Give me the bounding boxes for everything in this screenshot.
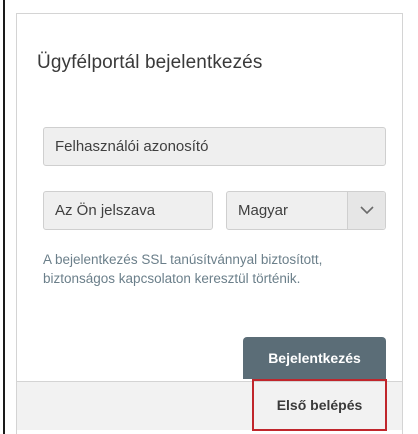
language-selected-value: Magyar [238,202,289,219]
window-edge [3,0,5,434]
first-login-button[interactable]: Első belépés [252,379,387,431]
chevron-down-icon [359,206,374,215]
password-placeholder: Az Ön jelszava [55,202,156,219]
login-button[interactable]: Bejelentkezés [243,337,386,379]
ssl-info-text: A bejelentkezés SSL tanúsítvánnyal bizto… [43,252,323,286]
username-field[interactable]: Felhasználói azonosító [43,127,386,166]
language-dropdown-toggle[interactable] [347,192,385,229]
page: Ügyfélportál bejelentkezés Felhasználói … [0,0,418,434]
language-select[interactable]: Magyar [226,191,386,230]
username-placeholder: Felhasználói azonosító [55,138,209,155]
page-title: Ügyfélportál bejelentkezés [37,52,263,73]
password-field[interactable]: Az Ön jelszava [43,191,213,230]
